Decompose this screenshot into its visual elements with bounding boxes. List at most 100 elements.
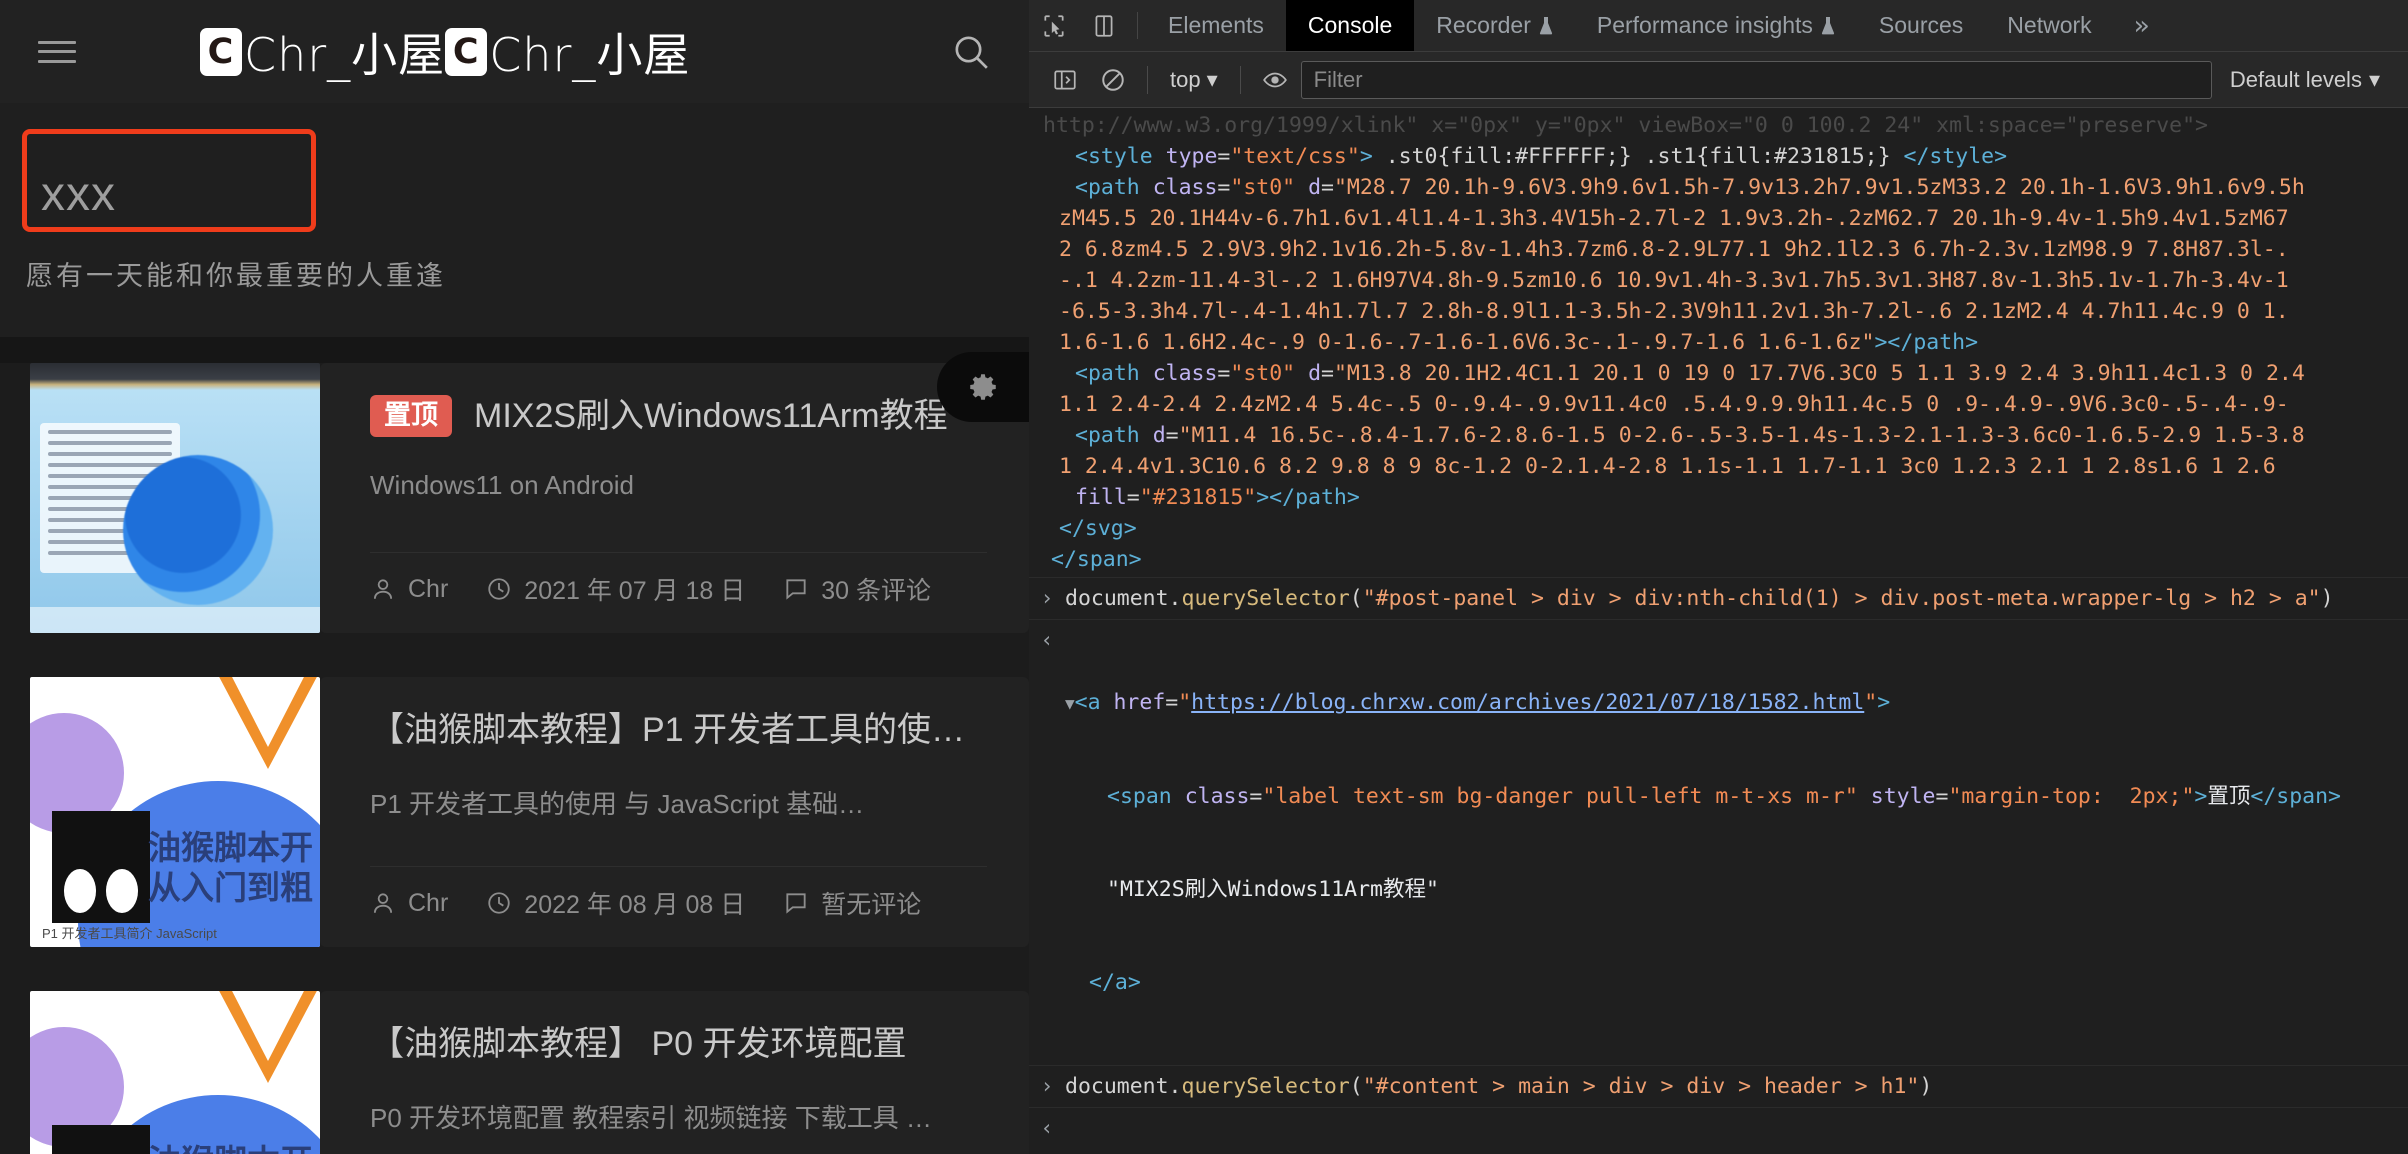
post-comments-label: 30 条评论 bbox=[821, 577, 932, 605]
console-output[interactable]: http://www.w3.org/1999/xlink" x="0px" y=… bbox=[1029, 108, 2408, 1154]
post-thumbnail[interactable]: 油猴脚本开 从入门到粗 教程索引 bbox=[30, 991, 320, 1154]
hamburger-icon[interactable] bbox=[38, 37, 76, 67]
console-output-row[interactable]: ‹ ▼<a href="https://blog.chrxw.com/archi… bbox=[1029, 619, 2408, 1065]
log-levels-selector[interactable]: Default levels ▾ bbox=[2216, 67, 2394, 93]
device-toolbar-icon[interactable] bbox=[1079, 0, 1129, 51]
site-title-highlight-box[interactable]: xxx bbox=[22, 129, 316, 232]
site-tagline: 愿有一天能和你最重要的人重逢 bbox=[26, 261, 446, 291]
site-brand-logo[interactable]: C Chr_小屋 C Chr_小屋 bbox=[200, 19, 690, 85]
chevron-down-icon: ▾ bbox=[1206, 66, 1218, 92]
tab-performance-insights-label: Performance insights bbox=[1596, 12, 1813, 38]
svg-line: -.1 4.2zm-11.4-3l-.2 1.6H97V4.8h-9.5zm10… bbox=[1059, 268, 2289, 293]
clock-icon bbox=[488, 578, 510, 600]
live-expression-icon[interactable] bbox=[1253, 58, 1297, 102]
post-body: 【油猴脚本教程】 P0 开发环境配置 P0 开发环境配置 教程索引 视频链接 下… bbox=[320, 991, 1029, 1154]
post-title[interactable]: MIX2S刷入Windows11Arm教程 bbox=[474, 395, 948, 438]
list-item[interactable]: 油猴脚本开 从入门到粗 P1 开发者工具简介 JavaScript 【油猴脚本教… bbox=[0, 677, 1029, 947]
execution-context-selector[interactable]: top ▾ bbox=[1160, 67, 1228, 93]
svg-line: </svg> bbox=[1059, 516, 1137, 541]
output-arrow-icon: ‹ bbox=[1040, 1116, 1054, 1140]
search-icon[interactable] bbox=[951, 32, 991, 72]
windows11-screenshot-image bbox=[30, 363, 320, 633]
page-title: xxx bbox=[41, 168, 116, 221]
tab-recorder-label: Recorder bbox=[1436, 12, 1531, 38]
tab-sources[interactable]: Sources bbox=[1857, 0, 1985, 51]
tab-console-label: Console bbox=[1307, 12, 1393, 38]
console-output-row[interactable]: ‹ <h1 class="m-n font-thin text-black l-… bbox=[1029, 1107, 2408, 1154]
post-list: 置顶 MIX2S刷入Windows11Arm教程 Windows11 on An… bbox=[0, 363, 1029, 1154]
user-icon bbox=[373, 893, 393, 913]
console-input-row[interactable]: › document.querySelector("#content > mai… bbox=[1029, 1065, 2408, 1107]
post-meta: Chr 2021 年 07 月 18 日 30 条评论 bbox=[370, 552, 987, 607]
section-divider bbox=[0, 337, 1029, 363]
filter-placeholder: Filter bbox=[1313, 66, 1363, 92]
svg-line: 1.1 2.4-2.4 2.4zM2.4 5.4c-.5 0-.9.4-.9.9… bbox=[1059, 392, 2289, 417]
svg-line: http://www.w3.org/1999/xlink" x="0px" y=… bbox=[1043, 113, 2208, 138]
console-output-html: ▼<a href="https://blog.chrxw.com/archive… bbox=[1065, 690, 2341, 995]
tab-elements[interactable]: Elements bbox=[1146, 0, 1286, 51]
brand-mark-icon: C bbox=[200, 27, 242, 76]
thumb-title-text-2: 从入门到粗 bbox=[148, 869, 313, 906]
more-tabs-icon[interactable]: » bbox=[2114, 0, 2170, 51]
svg-line: fill="#231815"></path> bbox=[1075, 485, 1360, 510]
chevron-down-icon: ▾ bbox=[2368, 66, 2380, 92]
console-input-text: document.querySelector("#post-panel > di… bbox=[1065, 586, 2334, 611]
tab-recorder[interactable]: Recorder bbox=[1414, 0, 1575, 51]
blog-page: C Chr_小屋 C Chr_小屋 xxx 愿有一天能和你最重要的人重逢 置顶 … bbox=[0, 0, 1029, 1154]
svg-line: 2 6.8zm4.5 2.9V3.9h2.1v16.2h-5.8v-1.4h3.… bbox=[1059, 237, 2289, 262]
clock-icon bbox=[488, 892, 510, 914]
post-title[interactable]: 【油猴脚本教程】 P0 开发环境配置 bbox=[370, 1023, 906, 1066]
clear-console-icon[interactable] bbox=[1091, 58, 1135, 102]
brand-mark-icon-2: C bbox=[445, 27, 488, 76]
post-title[interactable]: 【油猴脚本教程】P1 开发者工具的使… bbox=[370, 709, 965, 752]
experiment-flask-icon bbox=[1539, 16, 1552, 34]
inspect-cursor-icon[interactable] bbox=[1029, 0, 1079, 51]
screen-root: C Chr_小屋 C Chr_小屋 xxx 愿有一天能和你最重要的人重逢 置顶 … bbox=[0, 0, 2408, 1154]
gear-icon[interactable] bbox=[937, 352, 1029, 422]
post-excerpt: Windows11 on Android bbox=[370, 469, 635, 500]
list-item[interactable]: 置顶 MIX2S刷入Windows11Arm教程 Windows11 on An… bbox=[0, 363, 1029, 633]
status-badge: 置顶 bbox=[370, 395, 452, 437]
post-thumbnail[interactable]: 油猴脚本开 从入门到粗 P1 开发者工具简介 JavaScript bbox=[30, 677, 320, 947]
console-output-html: <h1 class="m-n font-thin text-black l-h"… bbox=[1065, 1113, 2408, 1154]
tab-network[interactable]: Network bbox=[1985, 0, 2113, 51]
devtools-tabbar: Elements Console Recorder Performance in… bbox=[1029, 0, 2408, 52]
execution-context-label: top bbox=[1170, 66, 1201, 92]
post-author: Chr bbox=[370, 575, 448, 604]
svg-line: <path class="st0" d="M13.8 20.1H2.4C1.1 … bbox=[1075, 361, 2305, 386]
post-body: 置顶 MIX2S刷入Windows11Arm教程 Windows11 on An… bbox=[320, 363, 1029, 633]
svg-line: -6.5-3.3h4.7l-.4-1.4h1.7l.7 2.8h-8.9l1.1… bbox=[1059, 299, 2289, 324]
tab-network-label: Network bbox=[2007, 12, 2092, 38]
user-icon bbox=[373, 579, 393, 599]
post-comments: 暂无评论 bbox=[783, 885, 921, 921]
svg-line: 1.6-1.6 1.6H2.4c-.9 0-1.6-.7-1.6-1.6V6.3… bbox=[1059, 330, 1979, 355]
tab-console[interactable]: Console bbox=[1285, 0, 1415, 51]
site-header: C Chr_小屋 C Chr_小屋 bbox=[0, 0, 1029, 103]
console-svg-dump: http://www.w3.org/1999/xlink" x="0px" y=… bbox=[1029, 108, 2408, 577]
console-input-text: document.querySelector("#content > main … bbox=[1065, 1074, 1933, 1099]
input-arrow-icon: › bbox=[1040, 586, 1054, 610]
post-excerpt: P0 开发环境配置 教程索引 视频链接 下载工具 … bbox=[370, 1102, 932, 1133]
toolbar-divider bbox=[1147, 65, 1148, 94]
monkey-script-cover-image: 油猴脚本开 从入门到粗 P1 开发者工具简介 JavaScript bbox=[30, 677, 320, 947]
post-author-label: Chr bbox=[408, 888, 449, 917]
console-sidebar-icon[interactable] bbox=[1043, 58, 1087, 102]
post-author: Chr bbox=[370, 889, 448, 918]
comment-icon bbox=[786, 579, 806, 600]
tab-elements-label: Elements bbox=[1168, 12, 1264, 38]
post-date-label: 2021 年 07 月 18 日 bbox=[524, 577, 746, 605]
brand-text-2: Chr_小屋 bbox=[489, 27, 691, 82]
thumb-title-text: 油猴脚本开 bbox=[148, 829, 313, 866]
svg-line: <path class="st0" d="M28.7 20.1h-9.6V3.9… bbox=[1075, 175, 2305, 200]
tab-sources-label: Sources bbox=[1878, 12, 1964, 38]
experiment-flask-icon bbox=[1821, 16, 1835, 34]
list-item[interactable]: 油猴脚本开 从入门到粗 教程索引 【油猴脚本教程】 P0 开发环境配置 P0 开… bbox=[0, 991, 1029, 1154]
svg-line: <style type="text/css"> .st0{fill:#FFFFF… bbox=[1075, 144, 2008, 169]
input-arrow-icon: › bbox=[1040, 1074, 1054, 1098]
output-arrow-icon: ‹ bbox=[1040, 628, 1054, 652]
toolbar-divider bbox=[1239, 65, 1241, 94]
filter-input[interactable]: Filter bbox=[1300, 60, 2212, 99]
tab-performance-insights[interactable]: Performance insights bbox=[1575, 0, 1857, 51]
post-thumbnail[interactable] bbox=[30, 363, 320, 633]
console-input-row[interactable]: › document.querySelector("#post-panel > … bbox=[1029, 577, 2408, 619]
